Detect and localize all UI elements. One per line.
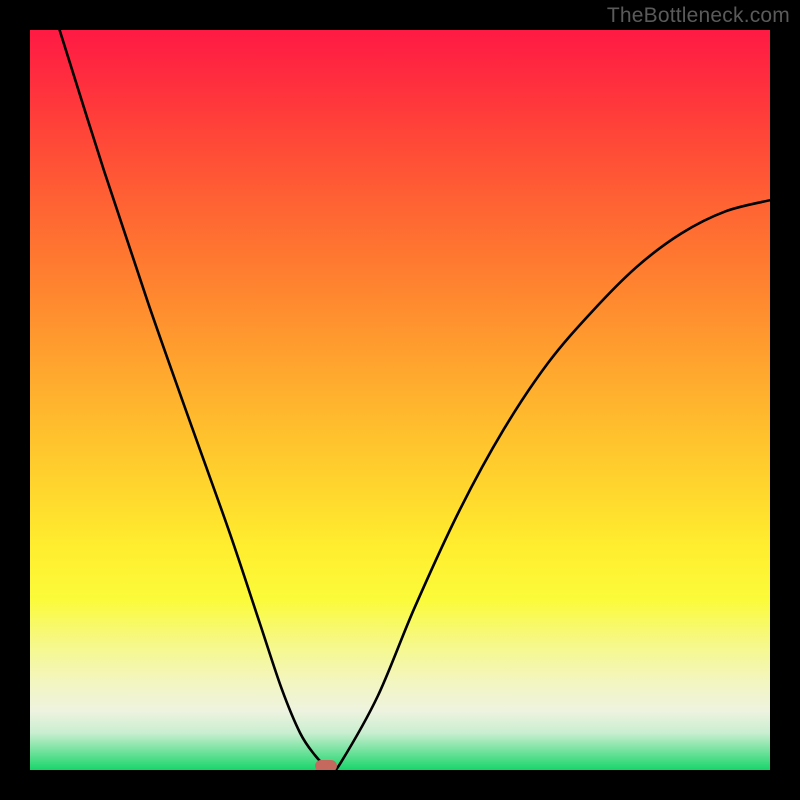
watermark-text: TheBottleneck.com: [607, 4, 790, 28]
plot-area: [30, 30, 770, 770]
chart-frame: TheBottleneck.com: [0, 0, 800, 800]
bottleneck-curve: [30, 30, 770, 770]
optimal-point-marker: [315, 760, 337, 770]
